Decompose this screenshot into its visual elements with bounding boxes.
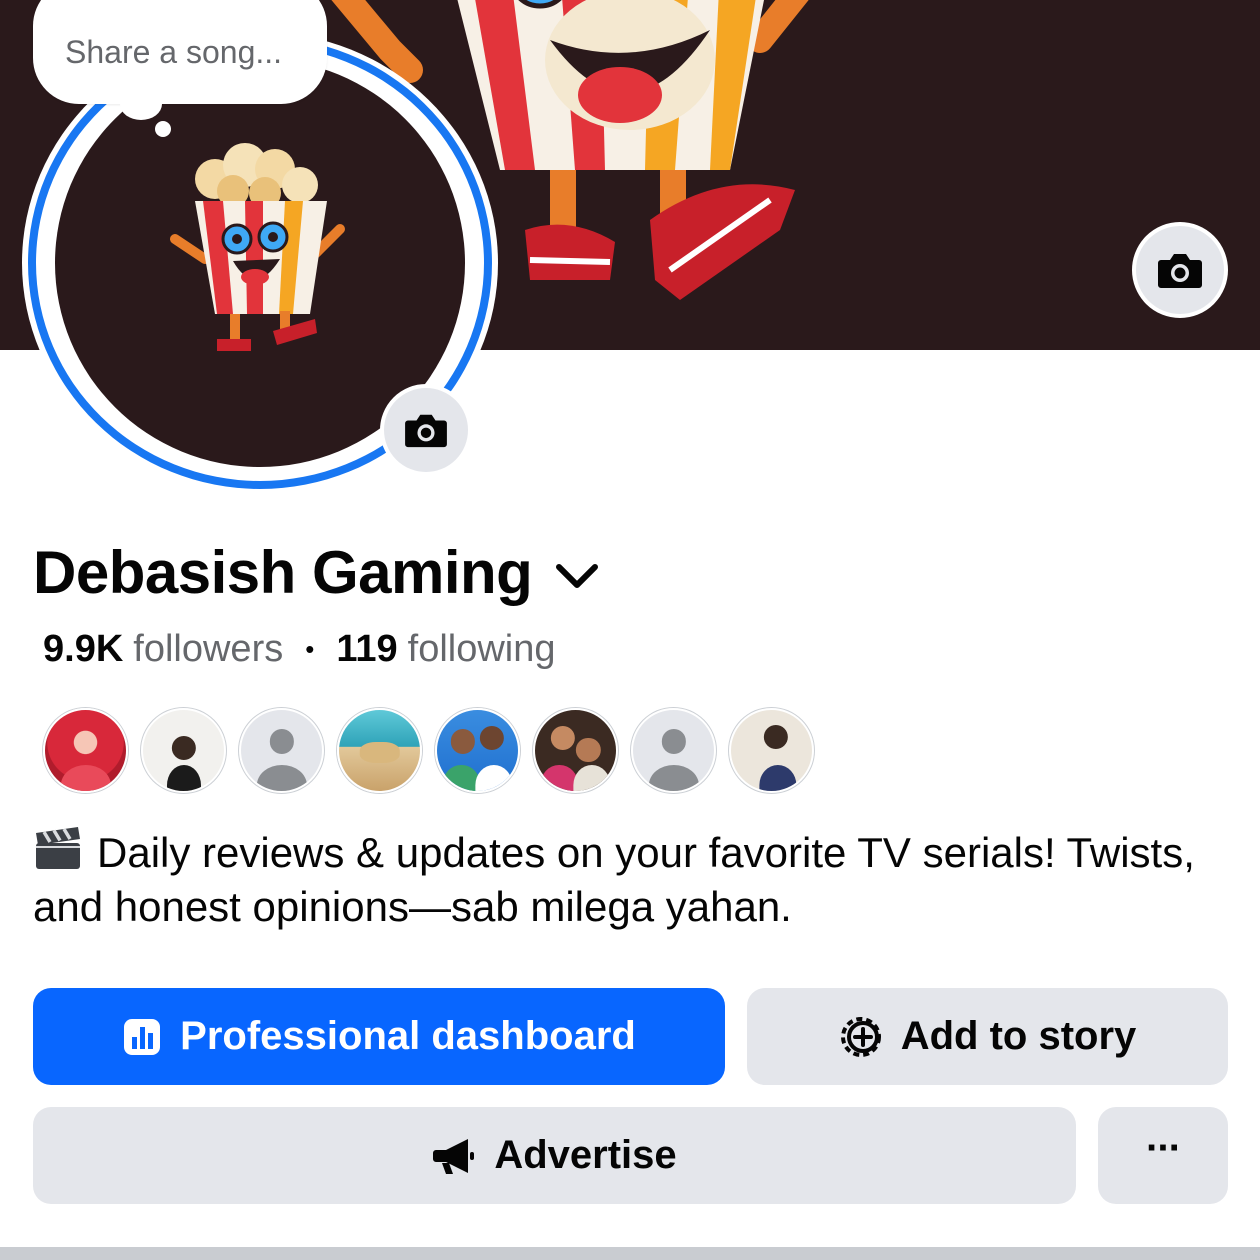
advertise-label: Advertise	[494, 1133, 677, 1177]
share-song-note-bubble[interactable]: Share a song...	[33, 0, 327, 104]
friends-avatar-row	[43, 708, 814, 793]
edit-cover-photo-button[interactable]	[1132, 222, 1228, 318]
followers-count: 9.9K	[43, 628, 124, 670]
camera-icon	[1158, 254, 1202, 288]
followers-label: followers	[133, 628, 284, 670]
friend-avatar-photo[interactable]	[141, 708, 226, 793]
profile-name-switcher[interactable]: Debasish Gaming	[33, 538, 600, 607]
following-label: following	[407, 628, 556, 670]
friend-avatar-photo[interactable]	[533, 708, 618, 793]
megaphone-icon	[433, 1138, 475, 1174]
friend-avatar-photo[interactable]	[43, 708, 128, 793]
follow-stats: 9.9K followers • 119 following	[43, 628, 556, 671]
professional-dashboard-button[interactable]: Professional dashboard	[33, 988, 725, 1085]
camera-icon	[405, 414, 447, 448]
friend-avatar-photo[interactable]	[729, 708, 814, 793]
popcorn-mascot-avatar-icon	[170, 143, 345, 351]
friend-avatar-photo[interactable]	[337, 708, 422, 793]
profile-bio: Daily reviews & updates on your favorite…	[33, 826, 1233, 934]
section-divider	[0, 1247, 1260, 1260]
add-story-icon	[840, 1016, 881, 1057]
note-placeholder: Share a song...	[65, 33, 283, 70]
professional-dashboard-label: Professional dashboard	[180, 1014, 636, 1058]
more-options-button[interactable]: ···	[1098, 1107, 1228, 1204]
default-avatar-icon[interactable]	[631, 708, 716, 793]
edit-profile-picture-button[interactable]	[380, 384, 472, 476]
advertise-button[interactable]: Advertise	[33, 1107, 1076, 1204]
bubble-tail-small	[155, 121, 171, 137]
chevron-down-icon	[556, 563, 599, 588]
profile-name: Debasish Gaming	[33, 539, 533, 606]
followers-link[interactable]: 9.9K followers	[43, 628, 283, 671]
more-options-icon: ···	[1146, 1126, 1182, 1170]
following-count: 119	[336, 628, 398, 670]
bubble-tail-large	[120, 88, 162, 120]
bio-text: Daily reviews & updates on your favorite…	[33, 829, 1195, 930]
clapper-board-icon	[36, 827, 80, 869]
add-to-story-button[interactable]: Add to story	[747, 988, 1228, 1085]
bar-chart-icon	[124, 1018, 161, 1055]
following-link[interactable]: 119 following	[336, 628, 555, 671]
stats-separator: •	[305, 634, 315, 664]
default-avatar-icon[interactable]	[239, 708, 324, 793]
add-to-story-label: Add to story	[900, 1014, 1137, 1058]
friend-avatar-photo[interactable]	[435, 708, 520, 793]
